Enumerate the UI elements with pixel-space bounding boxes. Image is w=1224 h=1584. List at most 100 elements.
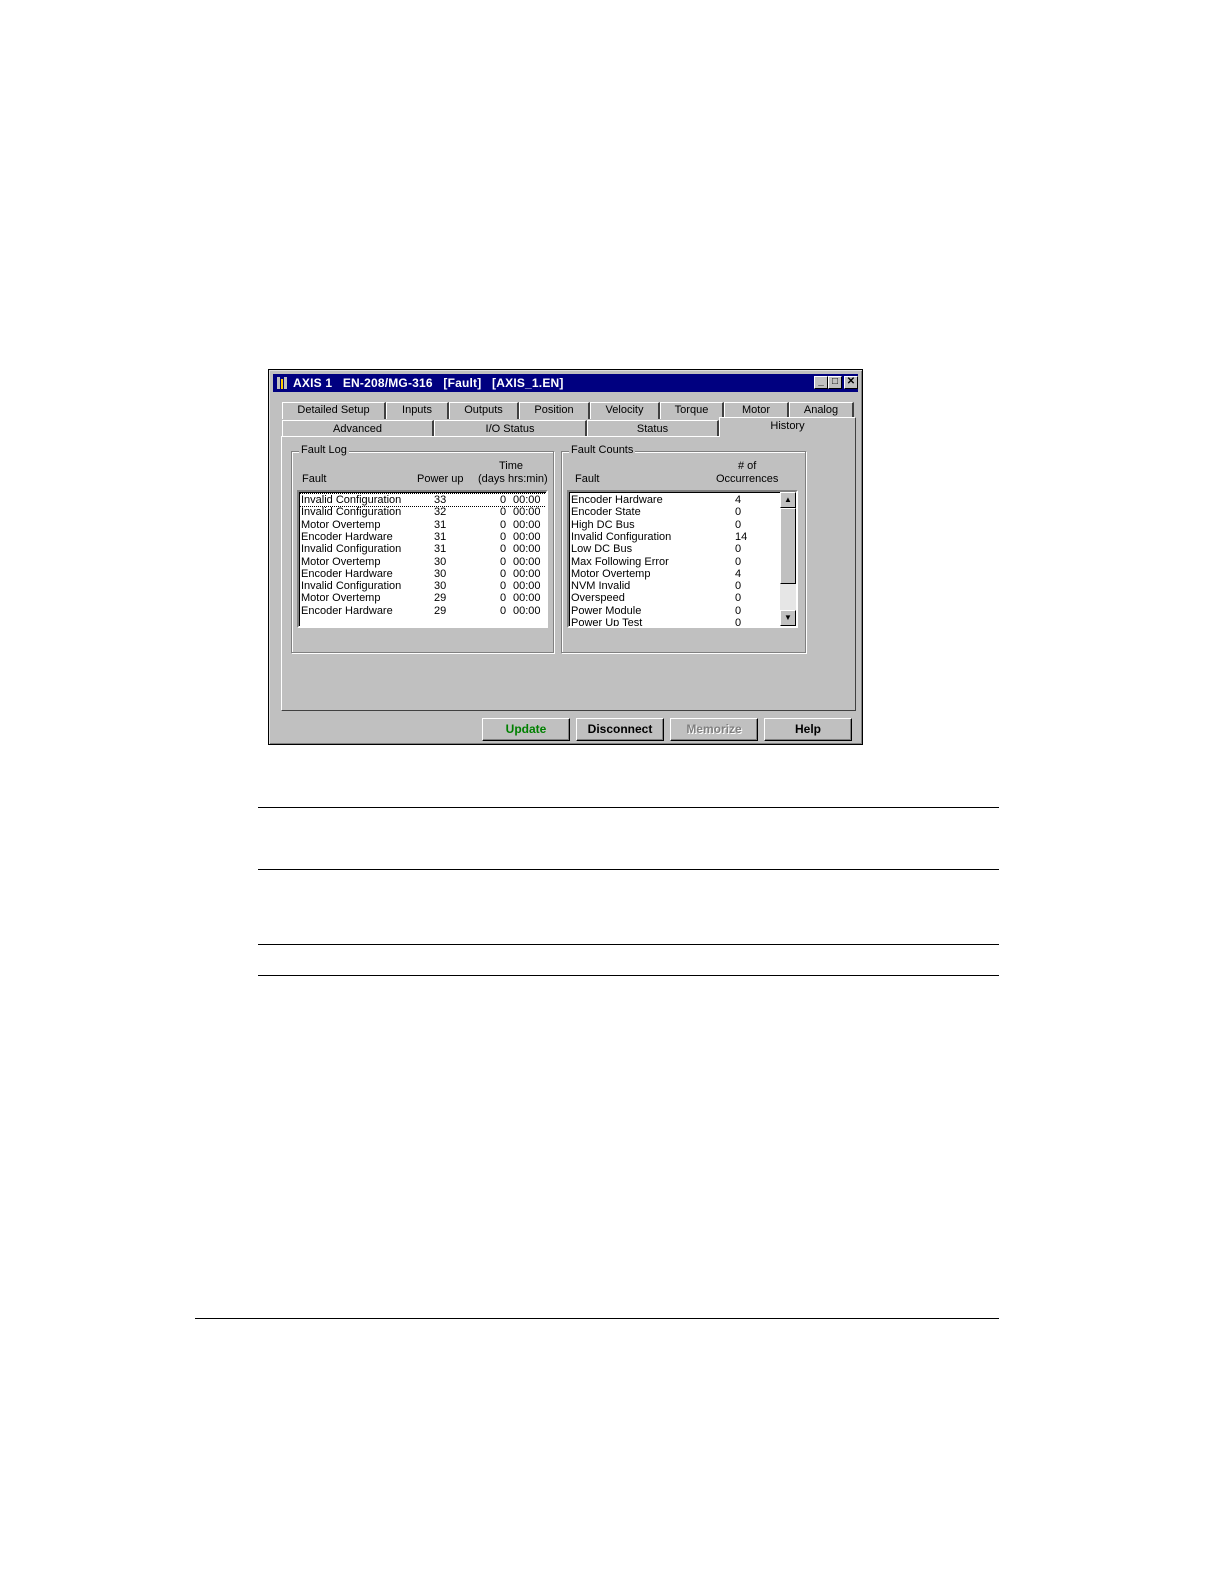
scroll-up-arrow-icon[interactable]: ▲	[780, 492, 796, 508]
fault-counts-row[interactable]: Low DC Bus 0	[569, 543, 779, 555]
fault-log-cell-days: 0	[500, 530, 507, 543]
fault-counts-cell-count: 4	[735, 567, 742, 580]
tab-advanced[interactable]: Advanced	[282, 420, 434, 437]
fault-log-cell-powerup: 29	[434, 604, 447, 617]
fault-counts-cell-fault: Overspeed	[571, 592, 625, 605]
fault-log-cell-time: 00:00	[513, 518, 541, 531]
history-panel: Fault Log Fault Power up Time (days hrs:…	[281, 436, 856, 711]
fault-counts-cell-count: 14	[735, 530, 748, 543]
fault-counts-cell-fault: Power Module	[571, 604, 642, 617]
fault-log-group: Fault Log Fault Power up Time (days hrs:…	[291, 444, 554, 653]
fault-counts-cell-fault: Encoder Hardware	[571, 494, 663, 506]
fault-log-cell-powerup: 29	[434, 592, 447, 605]
fault-log-cell-fault: Motor Overtemp	[301, 555, 381, 568]
fault-log-cell-fault: Motor Overtemp	[301, 518, 381, 531]
fault-log-cell-days: 0	[500, 518, 507, 531]
fault-log-cell-fault: Motor Overtemp	[301, 592, 381, 605]
fault-log-row[interactable]: Invalid Configuration 33 0 00:00	[299, 493, 546, 507]
fault-log-cell-days: 0	[500, 555, 507, 568]
fault-log-row[interactable]: Motor Overtemp 31 0 00:00	[299, 519, 546, 531]
fault-log-col-fault: Fault	[302, 473, 327, 485]
fault-log-cell-powerup: 32	[434, 506, 447, 519]
tab-detailed-setup[interactable]: Detailed Setup	[282, 402, 386, 419]
fault-counts-row[interactable]: Power Up Test 0	[569, 617, 779, 628]
tab-history[interactable]: History	[719, 417, 856, 437]
fault-log-cell-days: 0	[500, 506, 507, 519]
scroll-thumb[interactable]	[780, 508, 796, 584]
fault-counts-row[interactable]: Max Following Error 0	[569, 556, 779, 568]
tab-position[interactable]: Position	[519, 402, 590, 419]
scroll-down-arrow-icon[interactable]: ▼	[780, 610, 796, 626]
fault-log-row[interactable]: Invalid Configuration 32 0 00:00	[299, 506, 546, 518]
fault-log-cell-time: 00:00	[513, 604, 541, 617]
fault-counts-cell-count: 0	[735, 580, 742, 593]
fault-counts-cell-count: 0	[735, 543, 742, 556]
title-bar[interactable]: AXIS 1 EN-208/MG-316 [Fault] [AXIS_1.EN]…	[273, 374, 858, 392]
update-button[interactable]: Update	[482, 718, 570, 741]
axis-window: AXIS 1 EN-208/MG-316 [Fault] [AXIS_1.EN]…	[268, 369, 863, 745]
fault-counts-row[interactable]: Invalid Configuration 14	[569, 531, 779, 543]
fault-counts-cell-fault: Max Following Error	[571, 555, 669, 568]
fault-counts-row[interactable]: High DC Bus 0	[569, 519, 779, 531]
fault-log-cell-days: 0	[500, 604, 507, 617]
disconnect-button[interactable]: Disconnect	[576, 718, 664, 741]
divider-line	[258, 975, 999, 976]
fault-counts-col-occurrences: Occurrences	[716, 473, 779, 485]
fault-log-row[interactable]: Invalid Configuration 31 0 00:00	[299, 543, 546, 555]
fault-log-cell-time: 00:00	[513, 530, 541, 543]
tab-outputs[interactable]: Outputs	[449, 402, 519, 419]
fault-log-row[interactable]: Encoder Hardware 31 0 00:00	[299, 531, 546, 543]
divider-line	[258, 807, 999, 808]
fault-log-row[interactable]: Motor Overtemp 29 0 00:00	[299, 592, 546, 604]
fault-log-cell-time: 00:00	[513, 494, 541, 506]
fault-log-cell-powerup: 30	[434, 567, 447, 580]
fault-log-row[interactable]: Encoder Hardware 29 0 00:00	[299, 605, 546, 617]
fault-counts-row[interactable]: Motor Overtemp 4	[569, 568, 779, 580]
fault-log-cell-time: 00:00	[513, 555, 541, 568]
fault-counts-cell-count: 0	[735, 617, 742, 628]
minimize-button[interactable]: _	[814, 376, 828, 389]
fault-log-col-time: Time	[499, 460, 524, 472]
fault-log-cell-time: 00:00	[513, 592, 541, 605]
fault-counts-row[interactable]: Overspeed 0	[569, 592, 779, 604]
fault-log-cell-time: 00:00	[513, 506, 541, 519]
fault-log-cell-fault: Invalid Configuration	[301, 506, 402, 519]
fault-counts-col-occ: # of	[738, 460, 757, 472]
tab-torque[interactable]: Torque	[660, 402, 724, 419]
fault-log-row[interactable]: Motor Overtemp 30 0 00:00	[299, 556, 546, 568]
divider-line	[258, 869, 999, 870]
fault-log-row[interactable]: Encoder Hardware 30 0 00:00	[299, 568, 546, 580]
fault-counts-row[interactable]: Encoder Hardware 4	[569, 494, 779, 506]
fault-log-cell-time: 00:00	[513, 580, 541, 593]
fault-counts-cell-fault: Low DC Bus	[571, 543, 633, 556]
help-button[interactable]: Help	[764, 718, 852, 741]
fault-log-cell-time: 00:00	[513, 567, 541, 580]
fault-counts-cell-count: 0	[735, 518, 742, 531]
fault-log-cell-powerup: 31	[434, 530, 447, 543]
fault-log-cell-powerup: 30	[434, 580, 447, 593]
fault-log-cell-powerup: 31	[434, 518, 447, 531]
fault-counts-row[interactable]: NVM Invalid 0	[569, 580, 779, 592]
tab-velocity[interactable]: Velocity	[590, 402, 660, 419]
tab-status[interactable]: Status	[587, 420, 719, 437]
fault-log-col-time-units: (days hrs:min)	[478, 473, 548, 485]
fault-counts-row[interactable]: Power Module 0	[569, 605, 779, 617]
fault-log-cell-fault: Encoder Hardware	[301, 604, 393, 617]
fault-log-cell-powerup: 33	[434, 494, 447, 506]
tab-io-status[interactable]: I/O Status	[434, 420, 587, 437]
fault-log-label: Fault Log	[299, 444, 349, 456]
fault-counts-list[interactable]: Power Up Test 0 Power Module 0 Overspeed 0 NVM…	[567, 490, 798, 628]
close-button[interactable]: ✕	[844, 376, 858, 389]
tab-inputs[interactable]: Inputs	[386, 402, 449, 419]
fault-counts-label: Fault Counts	[569, 444, 636, 456]
fault-counts-row[interactable]: Encoder State 0	[569, 506, 779, 518]
fault-log-cell-days: 0	[500, 592, 507, 605]
footer-rule	[195, 1318, 999, 1319]
maximize-button[interactable]: □	[828, 376, 842, 389]
fault-counts-cell-count: 4	[735, 494, 742, 506]
fault-log-row[interactable]: Invalid Configuration 30 0 00:00	[299, 580, 546, 592]
fault-counts-scrollbar[interactable]: ▲ ▼	[780, 492, 796, 626]
fault-log-cell-fault: Encoder Hardware	[301, 530, 393, 543]
fault-counts-cell-fault: NVM Invalid	[571, 580, 631, 593]
fault-log-list[interactable]: Invalid Configuration 33 0 00:00 Invalid Con…	[297, 490, 548, 628]
